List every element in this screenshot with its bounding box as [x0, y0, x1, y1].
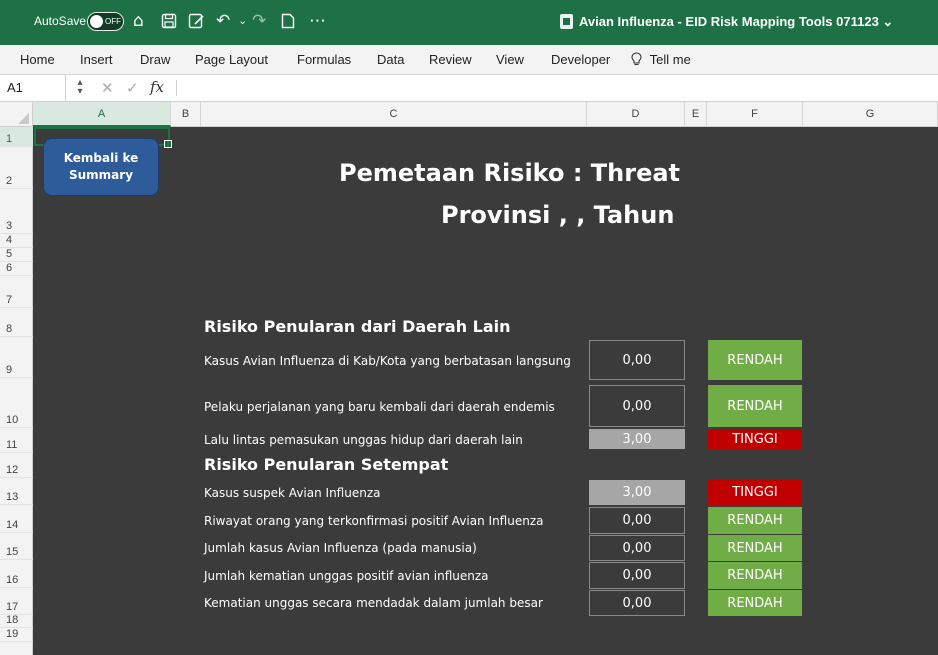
- row-header[interactable]: 12: [0, 453, 33, 478]
- back-to-summary-button[interactable]: Kembali ke Summary: [43, 138, 159, 196]
- tab-data[interactable]: Data: [377, 52, 404, 67]
- column-header-f[interactable]: F: [707, 102, 803, 127]
- new-document-icon[interactable]: [281, 10, 295, 35]
- risk-level-badge: TINGGI: [708, 429, 802, 449]
- title-bar: AutoSave OFF ⌂ ↶ ⌄ ↷ ⋯ Avian Influenza -…: [0, 0, 938, 45]
- row-header[interactable]: 14: [0, 505, 33, 533]
- page-title: Pemetaan Risiko : Threat: [339, 159, 681, 187]
- row-header[interactable]: 13: [0, 478, 33, 505]
- tab-review[interactable]: Review: [429, 52, 472, 67]
- ribbon-tabs: Home Insert Draw Page Layout Formulas Da…: [0, 45, 938, 75]
- name-box-stepper-icon[interactable]: ▴ ▾: [76, 78, 84, 97]
- column-header-d[interactable]: D: [587, 102, 685, 127]
- risk-item-label: Jumlah kasus Avian Influenza (pada manus…: [204, 541, 477, 555]
- risk-item-value[interactable]: 0,00: [589, 340, 685, 380]
- row-header[interactable]: 5: [0, 248, 33, 262]
- toggle-knob: [90, 15, 103, 28]
- row-header[interactable]: 3: [0, 189, 33, 234]
- document-title[interactable]: Avian Influenza - EID Risk Mapping Tools…: [579, 14, 893, 30]
- confirm-icon[interactable]: ✓: [126, 79, 139, 97]
- risk-level-badge: RENDAH: [708, 507, 802, 534]
- formula-bar: A1 ▴ ▾ ✕ ✓ fx: [0, 75, 938, 102]
- worksheet-grid[interactable]: Kembali ke Summary Pemetaan Risiko : Thr…: [33, 127, 938, 655]
- risk-item-value[interactable]: 0,00: [589, 385, 685, 427]
- tab-view[interactable]: View: [496, 52, 524, 67]
- row-header[interactable]: 17: [0, 588, 33, 615]
- risk-item-value[interactable]: 0,00: [589, 590, 685, 616]
- row-header[interactable]: 4: [0, 234, 33, 248]
- risk-item-value[interactable]: 0,00: [589, 535, 685, 561]
- name-box[interactable]: A1: [0, 75, 66, 101]
- row-header[interactable]: 8: [0, 308, 33, 337]
- tab-formulas[interactable]: Formulas: [297, 52, 351, 67]
- autosave-state: OFF: [105, 17, 121, 26]
- risk-item-value[interactable]: 0,00: [589, 507, 685, 534]
- lightbulb-icon: [631, 52, 642, 66]
- tab-home[interactable]: Home: [20, 52, 55, 67]
- risk-level-badge: RENDAH: [708, 340, 802, 380]
- risk-item-value[interactable]: 3,00: [589, 429, 685, 449]
- risk-item-label: Riwayat orang yang terkonfirmasi positif…: [204, 514, 544, 528]
- section-title-other-regions: Risiko Penularan dari Daerah Lain: [204, 317, 511, 336]
- row-header[interactable]: 11: [0, 428, 33, 453]
- risk-item-label: Jumlah kematian unggas positif avian inf…: [204, 569, 489, 583]
- risk-item-value[interactable]: 3,00: [589, 480, 685, 505]
- edit-icon[interactable]: [188, 10, 205, 35]
- column-headers: A B C D E F G: [0, 102, 938, 127]
- autosave-toggle[interactable]: OFF: [87, 12, 124, 31]
- cancel-icon[interactable]: ✕: [101, 79, 114, 97]
- risk-item-label: Kasus suspek Avian Influenza: [204, 486, 381, 500]
- tab-insert[interactable]: Insert: [80, 52, 113, 67]
- row-headers: 1 2 3 4 5 6 7 8 9 10 11 12 13 14 15 16 1…: [0, 127, 33, 655]
- row-header[interactable]: 19: [0, 628, 33, 642]
- dropdown-icon[interactable]: ⌄: [238, 10, 247, 32]
- excel-file-icon: [560, 14, 573, 29]
- row-header[interactable]: 16: [0, 560, 33, 588]
- row-header[interactable]: 9: [0, 337, 33, 378]
- risk-level-badge: TINGGI: [708, 480, 802, 505]
- undo-icon[interactable]: ↶: [216, 10, 230, 32]
- risk-item-label: Kasus Avian Influenza di Kab/Kota yang b…: [204, 354, 571, 368]
- column-header-c[interactable]: C: [201, 102, 587, 127]
- row-header[interactable]: 7: [0, 276, 33, 308]
- select-all-corner[interactable]: [0, 102, 33, 127]
- home-icon[interactable]: ⌂: [133, 10, 144, 32]
- risk-level-badge: RENDAH: [708, 562, 802, 589]
- row-header[interactable]: 2: [0, 147, 33, 189]
- page-subtitle: Provinsi , , Tahun: [441, 201, 675, 229]
- tab-draw[interactable]: Draw: [140, 52, 170, 67]
- column-header-g[interactable]: G: [803, 102, 938, 127]
- row-header[interactable]: 15: [0, 533, 33, 560]
- row-header[interactable]: 18: [0, 614, 33, 628]
- column-header-b[interactable]: B: [171, 102, 201, 127]
- row-header[interactable]: 1: [0, 127, 33, 147]
- tab-developer[interactable]: Developer: [551, 52, 610, 67]
- tell-me-label: Tell me: [649, 52, 691, 67]
- tell-me[interactable]: Tell me: [631, 52, 691, 67]
- risk-item-value[interactable]: 0,00: [589, 562, 685, 589]
- save-icon[interactable]: [161, 10, 177, 35]
- risk-level-badge: RENDAH: [708, 590, 802, 616]
- tab-page-layout[interactable]: Page Layout: [195, 52, 268, 67]
- more-icon[interactable]: ⋯: [309, 10, 326, 32]
- formula-separator: [176, 80, 177, 96]
- section-title-local: Risiko Penularan Setempat: [204, 455, 449, 474]
- autosave-label: AutoSave: [34, 14, 87, 28]
- column-header-e[interactable]: E: [685, 102, 707, 127]
- risk-item-label: Kematian unggas secara mendadak dalam ju…: [204, 596, 543, 610]
- risk-level-badge: RENDAH: [708, 535, 802, 561]
- insert-function-icon[interactable]: fx: [150, 78, 164, 96]
- redo-icon[interactable]: ↷: [252, 10, 266, 32]
- row-header[interactable]: 6: [0, 262, 33, 276]
- risk-item-label: Pelaku perjalanan yang baru kembali dari…: [204, 400, 555, 414]
- column-header-a[interactable]: A: [33, 102, 171, 127]
- risk-level-badge: RENDAH: [708, 385, 802, 427]
- risk-item-label: Lalu lintas pemasukan unggas hidup dari …: [204, 432, 523, 447]
- row-header[interactable]: 10: [0, 378, 33, 428]
- formula-input[interactable]: [182, 78, 922, 98]
